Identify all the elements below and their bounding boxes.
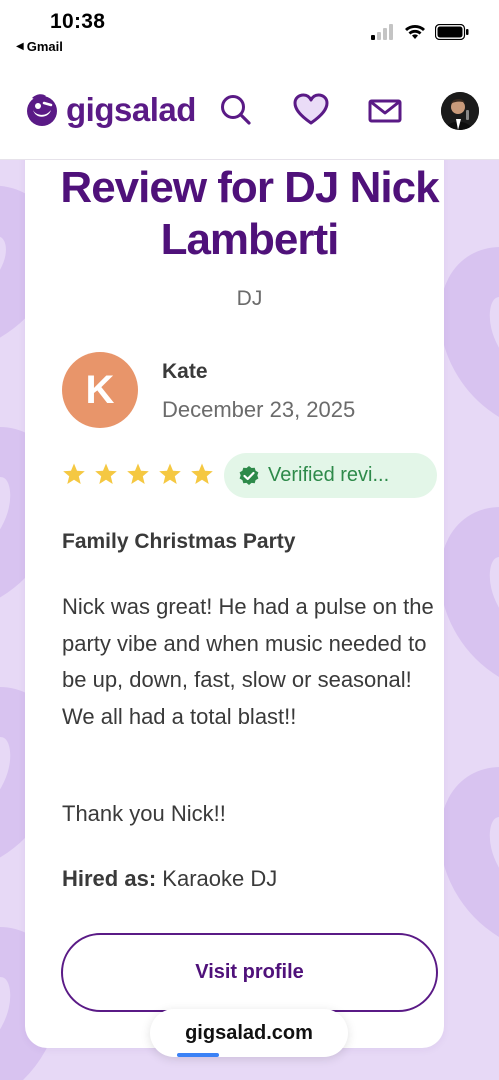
- heart-icon[interactable]: [292, 92, 330, 128]
- review-thanks: Thank you Nick!!: [62, 801, 226, 826]
- verified-check-icon: [239, 465, 259, 485]
- hired-as: Hired as: Karaoke DJ: [62, 866, 277, 892]
- review-body: Nick was great! He had a pulse on the pa…: [62, 594, 434, 729]
- hired-as-label: Hired as:: [62, 866, 157, 891]
- page-load-indicator: [177, 1053, 219, 1057]
- star-icon: [191, 463, 213, 484]
- verified-label: Verified revi...: [268, 464, 390, 486]
- event-title: Family Christmas Party: [62, 530, 296, 553]
- profile-avatar[interactable]: [441, 92, 479, 130]
- reviewer-avatar: K: [62, 352, 138, 428]
- app-header: gigsalad: [0, 62, 499, 160]
- visit-profile-button[interactable]: Visit profile: [61, 933, 438, 1012]
- logo-text: gigsalad: [66, 91, 196, 128]
- back-arrow-icon: ◀: [16, 41, 24, 52]
- star-icon: [127, 463, 149, 484]
- review-date: December 23, 2025: [162, 397, 356, 422]
- profile-photo-icon: [441, 92, 479, 130]
- gigsalad-logo[interactable]: gigsalad: [24, 91, 196, 129]
- performer-category: DJ: [236, 287, 263, 310]
- browser-url-bar[interactable]: gigsalad.com: [150, 1009, 348, 1057]
- reviewer-name: Kate: [162, 360, 208, 383]
- back-app-label: Gmail: [26, 39, 63, 54]
- verified-review-badge[interactable]: Verified revi...: [224, 453, 437, 498]
- star-icon: [159, 463, 181, 484]
- hired-as-value: Karaoke DJ: [162, 866, 278, 891]
- cellular-signal-icon: [371, 24, 393, 40]
- reviewer-initial: K: [85, 367, 115, 412]
- wifi-icon: [405, 25, 425, 39]
- status-time: 10:38: [50, 10, 106, 33]
- status-icons: [371, 24, 469, 40]
- star-rating: [62, 462, 214, 486]
- star-icon: [63, 463, 85, 484]
- back-to-app-link[interactable]: ◀ Gmail: [16, 39, 63, 54]
- battery-icon: [435, 24, 469, 40]
- page-title: Review for DJ Nick Lamberti: [60, 163, 439, 264]
- star-icon: [95, 463, 117, 484]
- status-bar: 10:38 ◀ Gmail: [0, 0, 499, 62]
- search-icon[interactable]: [218, 92, 254, 128]
- gigsalad-logo-icon: [27, 94, 57, 126]
- mail-icon[interactable]: [368, 92, 402, 128]
